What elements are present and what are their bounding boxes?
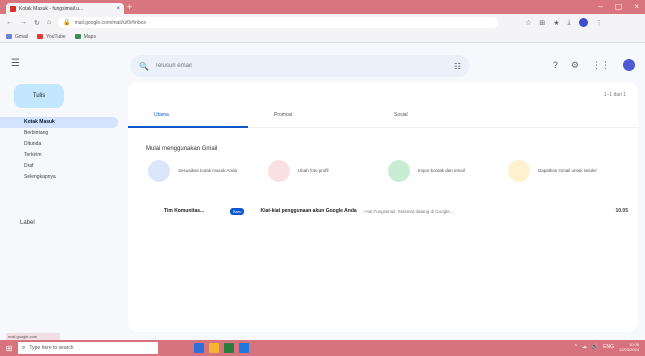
card-import-contacts[interactable]: Impor kontak dan email — [388, 160, 508, 182]
search-icon: ⌕ — [22, 344, 26, 351]
browser-toolbar-icons: ☆ ⊞ ★ ⤓ ⋮ — [525, 18, 603, 27]
main-menu-icon[interactable]: ☰ — [11, 58, 20, 69]
tray-chevron-icon[interactable]: ^ — [575, 344, 577, 350]
compose-button[interactable]: Tulis — [14, 84, 64, 108]
forward-button[interactable]: → — [20, 19, 27, 26]
url-field[interactable]: 🔒 mail.google.com/mail/u/0/#inbox — [58, 17, 499, 28]
profile-photo-icon — [268, 160, 290, 182]
window-controls: – ▢ × — [598, 2, 639, 11]
minimize-button[interactable]: – — [598, 2, 602, 11]
onedrive-icon[interactable]: ☁ — [582, 344, 587, 350]
sidebar-item-more[interactable]: Selengkapnya — [0, 172, 125, 183]
bookmark-label: YouTube — [46, 33, 66, 40]
clock[interactable]: 10.05 12/03/2024 — [619, 342, 639, 352]
bookmarks-bar: Gmail YouTube Maps — [0, 31, 645, 43]
sidebar-item-starred[interactable]: Berbintang — [0, 128, 125, 139]
browser-tab[interactable]: Kotak Masuk - fungsimail.u... × — [6, 3, 124, 14]
taskbar-search[interactable]: ⌕ Type here to search — [18, 342, 158, 354]
search-icon[interactable]: 🔍 — [139, 62, 149, 71]
pagination-text: 1–1 dari 1 — [603, 92, 626, 98]
email-snippet: - Hai Fungsimail, Selamat datang di Goog… — [362, 208, 454, 214]
search-bar[interactable]: 🔍 ☷ — [130, 55, 470, 77]
email-sender: Tim Komunitas... — [164, 208, 205, 214]
bookmark-label: Gmail — [15, 33, 29, 40]
inbox-panel: 1–1 dari 1 Utama Promosi Sosial Mulai me… — [128, 82, 638, 332]
search-input[interactable] — [154, 63, 448, 69]
profile-avatar[interactable] — [578, 18, 588, 27]
bookmark-gmail[interactable]: Gmail — [6, 34, 28, 40]
windows-start-icon[interactable]: ⊞ — [0, 340, 18, 356]
system-tray: ^ ☁ 🔊 ENG 10.05 12/03/2024 — [575, 342, 639, 352]
new-badge: Baru — [230, 207, 245, 215]
sidebar-item-snoozed[interactable]: Ditunda — [0, 139, 125, 150]
email-subject: Kiat-kiat penggunaan akun Google Anda — [260, 208, 357, 214]
link-status-bar: mail.google.com — [6, 333, 60, 340]
card-text: Ubah foto profil — [298, 168, 329, 173]
sidebar-item-inbox[interactable]: Kotak Masuk — [0, 117, 118, 128]
download-icon[interactable]: ⤓ — [568, 19, 571, 27]
volume-icon[interactable]: 🔊 — [592, 344, 598, 350]
tab-title: Kotak Masuk - fungsimail.u... — [19, 5, 84, 12]
account-avatar[interactable] — [623, 59, 635, 71]
tab-social[interactable]: Sosial — [368, 102, 488, 127]
labels-heading: Label — [20, 220, 35, 226]
help-icon[interactable]: ? — [553, 60, 558, 70]
taskbar: ⊞ ⌕ Type here to search — [0, 340, 645, 356]
taskbar-apps — [194, 343, 249, 353]
back-button[interactable]: ← — [6, 19, 13, 26]
file-explorer-icon[interactable] — [209, 343, 219, 353]
customize-inbox-icon — [148, 160, 170, 182]
taskbar-search-placeholder: Type here to search — [29, 345, 74, 351]
url-text: mail.google.com/mail/u/0/#inbox — [74, 19, 147, 26]
settings-gear-icon[interactable]: ⚙ — [571, 60, 579, 71]
task-view-icon[interactable] — [194, 343, 204, 353]
sidebar-item-sent[interactable]: Terkirim — [0, 150, 125, 161]
language-indicator[interactable]: ENG — [603, 344, 614, 350]
bookmark-label: Maps — [83, 33, 96, 40]
card-text: Sesuaikan kotak masuk Anda — [178, 168, 238, 173]
card-change-photo[interactable]: Ubah foto profil — [268, 160, 388, 182]
header-icons: ? ⚙ ⋮⋮ — [553, 59, 635, 71]
sidebar-nav: Kotak Masuk Berbintang Ditunda Terkirim … — [0, 117, 125, 183]
email-time: 10.05 — [615, 208, 628, 214]
reload-button[interactable]: ↻ — [34, 19, 40, 27]
home-button[interactable]: ⌂ — [47, 19, 51, 26]
card-mobile-app[interactable]: Dapatkan Gmail untuk seluler — [508, 160, 628, 182]
search-filter-icon[interactable]: ☷ — [454, 62, 461, 71]
browser-menu-icon[interactable]: ⋮ — [596, 19, 603, 27]
bookmark-star-icon[interactable]: ☆ — [525, 19, 531, 27]
bookmark-youtube[interactable]: YouTube — [37, 34, 66, 40]
clock-date: 12/03/2024 — [618, 347, 639, 352]
card-customize-inbox[interactable]: Sesuaikan kotak masuk Anda — [148, 160, 268, 182]
bookmark-gmail-icon — [6, 34, 12, 39]
lock-icon: 🔒 — [63, 20, 71, 26]
bookmark-youtube-icon — [37, 34, 44, 39]
tab-promotions[interactable]: Promosi — [248, 102, 368, 127]
store-icon[interactable] — [224, 343, 234, 353]
new-tab-button[interactable]: + — [127, 3, 132, 12]
sidebar-item-drafts[interactable]: Draf — [0, 161, 125, 172]
card-text: Dapatkan Gmail untuk seluler — [538, 168, 598, 173]
maximize-button[interactable]: ▢ — [615, 2, 623, 11]
email-row[interactable]: Tim Komunitas... Baru Kiat-kiat pengguna… — [128, 204, 638, 218]
browser-titlebar: Kotak Masuk - fungsimail.u... × + – ▢ × — [0, 0, 645, 14]
gmail-favicon-icon — [10, 5, 16, 12]
bookmark-maps-icon — [74, 34, 81, 39]
tab-close-icon[interactable]: × — [116, 6, 120, 12]
tab-primary[interactable]: Utama — [128, 102, 248, 128]
card-text: Impor kontak dan email — [418, 168, 465, 173]
address-toolbar: ← → ↻ ⌂ 🔒 mail.google.com/mail/u/0/#inbo… — [0, 14, 645, 31]
close-window-button[interactable]: × — [634, 2, 639, 11]
getting-started-cards: Sesuaikan kotak masuk Anda Ubah foto pro… — [148, 160, 628, 182]
getting-started-title: Mulai menggunakan Gmail — [146, 146, 218, 152]
mobile-app-icon — [508, 160, 530, 182]
inbox-tabs: Utama Promosi Sosial — [128, 102, 638, 128]
favorites-icon[interactable]: ★ — [553, 19, 559, 27]
import-contacts-icon — [388, 160, 410, 182]
apps-grid-icon[interactable]: ⋮⋮ — [592, 60, 610, 71]
edge-browser-icon[interactable] — [239, 343, 249, 353]
extensions-icon[interactable]: ⊞ — [539, 19, 545, 27]
bookmark-maps[interactable]: Maps — [74, 33, 96, 40]
